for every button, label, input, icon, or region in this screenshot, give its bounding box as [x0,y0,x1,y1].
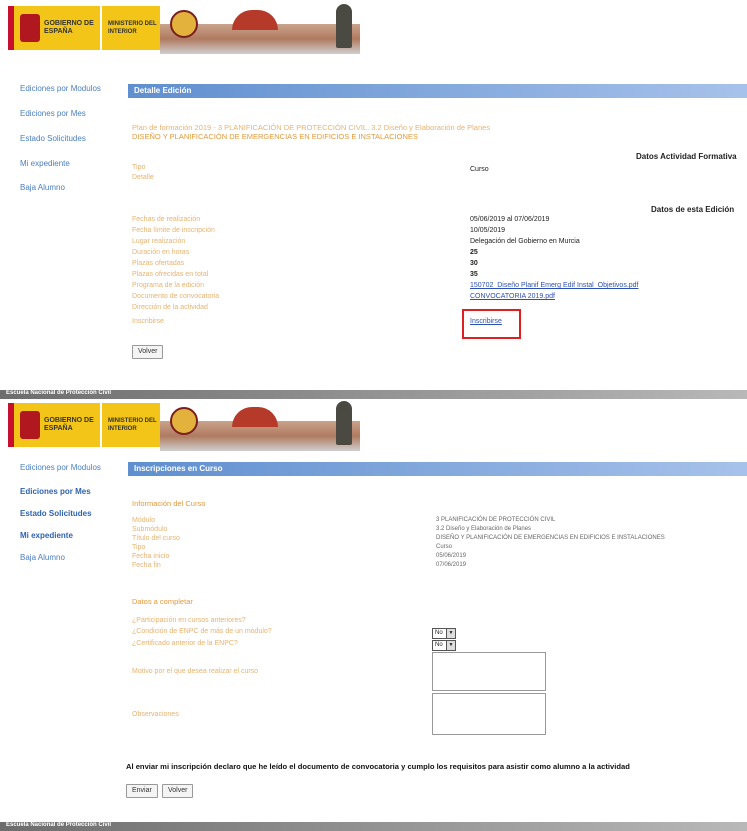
header-bottom: GOBIERNO DE ESPAÑA MINISTERIO DEL INTERI… [0,399,747,457]
question-1: ¿Participación en cursos anteriores? [132,617,246,624]
course-title-line2: DISEÑO Y PLANIFICACIÓN DE EMERGENCIAS EN… [132,132,418,141]
tipo-value: Curso [470,166,489,173]
motivo-textarea[interactable] [432,652,546,691]
window-title-bar-2: Escuela Nacional de Protección Civil [0,822,747,831]
convocatoria-link[interactable]: CONVOCATORIA 2019.pdf [470,293,555,300]
question-2: ¿Condición de ENPC de más de un módulo? [132,628,272,635]
header-top: GOBIERNO DE ESPAÑA MINISTERIO DEL INTERI… [0,0,747,58]
programa-link[interactable]: 150702_Diseño Planif Emerg Edif Instal_O… [470,282,639,289]
observaciones-textarea[interactable] [432,693,546,735]
window-title-bar-1: Escuela Nacional de Protección Civil [0,390,747,399]
building-banner-2 [160,401,360,451]
observaciones-label: Observaciones [132,711,179,718]
sidebar-item-baja-alumno[interactable]: Baja Alumno [20,183,65,192]
detalle-edicion-bar: Detalle Edición [128,84,747,98]
volver-button-top[interactable]: Volver [132,345,164,359]
datos-edicion-title: Datos de esta Edición [651,205,735,214]
sidebar-item-ediciones-mes-2[interactable]: Ediciones por Mes [20,487,91,496]
sidebar-item-ediciones-modulos[interactable]: Ediciones por Modulos [20,84,101,93]
gobierno-logo: GOBIERNO DE ESPAÑA [8,6,100,50]
detalle-label: Detalle [132,174,154,181]
building-banner [160,4,360,54]
datos-completar-title: Datos a completar [132,597,193,606]
sidebar-item-estado-solicitudes-2[interactable]: Estado Solicitudes [20,509,92,518]
volver-button-bottom[interactable]: Volver [162,784,194,798]
ministerio-logo-2: MINISTERIO DEL INTERIOR [102,403,160,447]
chevron-down-icon: ▼ [446,641,455,650]
enviar-button[interactable]: Enviar [126,784,158,798]
emblem-icon [170,10,198,38]
course-title-line1: Plan de formación 2019 - 3 PLANIFICACIÓN… [132,123,491,132]
sidebar-item-ediciones-modulos-2[interactable]: Ediciones por Modulos [20,463,101,472]
inscripciones-bar: Inscripciones en Curso [128,462,747,476]
coat-of-arms-icon [20,14,40,42]
datos-actividad-title: Datos Actividad Formativa [636,152,737,161]
inscribirse-highlight [462,309,521,339]
declaration-text: Al enviar mi inscripción declaro que he … [126,762,630,771]
emblem-icon [170,407,198,435]
ministerio-logo: MINISTERIO DEL INTERIOR [102,6,160,50]
sidebar-item-baja-alumno-2[interactable]: Baja Alumno [20,553,65,562]
sidebar-item-ediciones-mes[interactable]: Ediciones por Mes [20,109,86,118]
sidebar-item-mi-expediente[interactable]: Mi expediente [20,159,70,168]
motivo-label: Motivo por el que desea realizar el curs… [132,668,259,675]
tipo-label: Tipo [132,164,146,171]
sidebar-item-estado-solicitudes[interactable]: Estado Solicitudes [20,134,86,143]
question-3: ¿Certificado anterior de la ENPC? [132,640,238,647]
coat-of-arms-icon [20,411,40,439]
chevron-down-icon: ▼ [446,629,455,638]
info-curso-title: Información del Curso [132,499,206,508]
sidebar-item-mi-expediente-2[interactable]: Mi expediente [20,531,73,540]
question-2-select[interactable]: No ▼ [432,628,456,639]
gobierno-logo-2: GOBIERNO DE ESPAÑA [8,403,100,447]
question-3-select[interactable]: No ▼ [432,640,456,651]
